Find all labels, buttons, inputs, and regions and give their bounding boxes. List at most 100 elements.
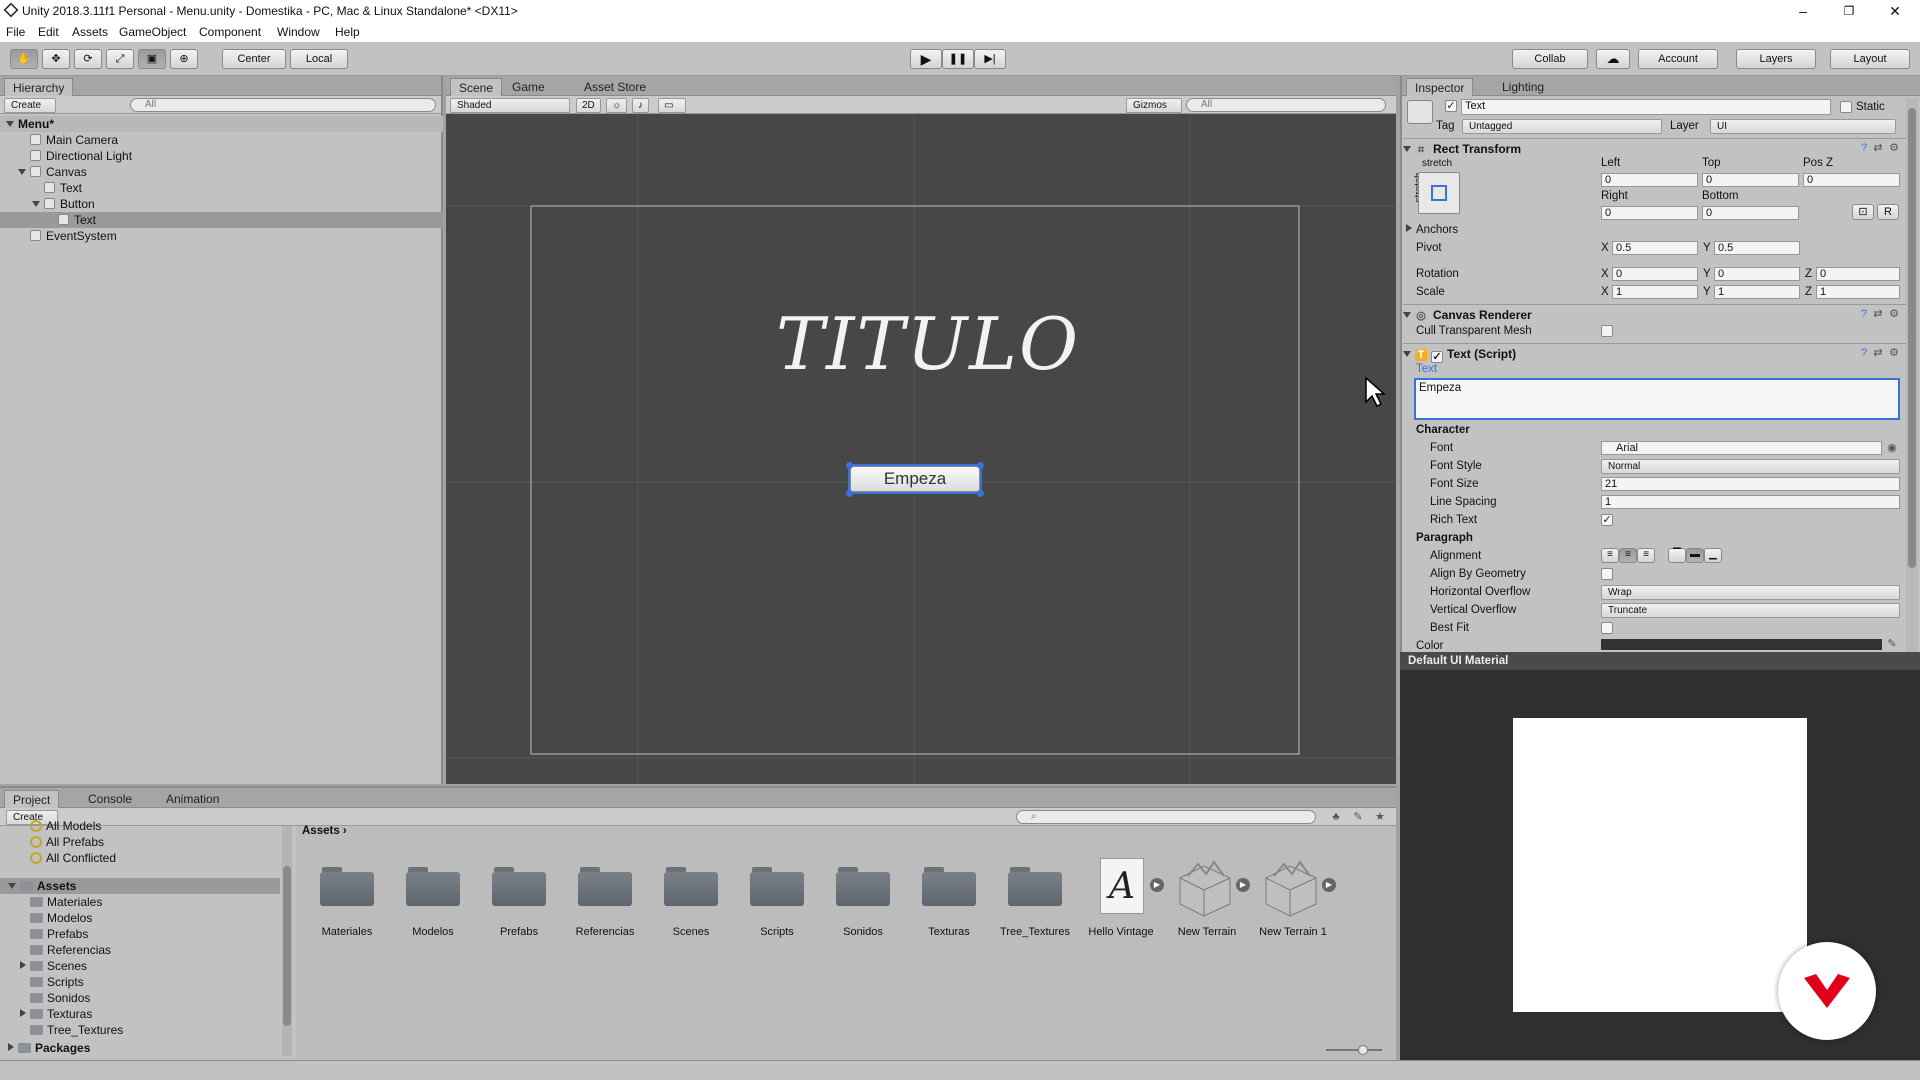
color-swatch[interactable]	[1601, 639, 1882, 650]
inspector-scrollbar[interactable]	[1906, 98, 1918, 652]
menu-edit[interactable]: Edit	[38, 25, 59, 39]
folder-icon[interactable]	[662, 862, 720, 908]
tree-folder-item[interactable]: Referencias	[0, 942, 280, 958]
scale-y-field[interactable]: 1	[1714, 285, 1800, 299]
tree-scrollbar[interactable]	[282, 826, 292, 1056]
collapse-icon[interactable]	[1403, 351, 1411, 357]
tag-dropdown[interactable]: Untagged	[1462, 119, 1662, 134]
hierarchy-item[interactable]: Directional Light	[0, 148, 443, 164]
menu-gameobject[interactable]: GameObject	[119, 25, 186, 39]
help-icon[interactable]: ?	[1858, 308, 1870, 320]
menu-assets[interactable]: Assets	[72, 25, 108, 39]
scrollbar-thumb[interactable]	[283, 866, 291, 1026]
folder-icon[interactable]	[748, 862, 806, 908]
scale-x-field[interactable]: 1	[1612, 285, 1698, 299]
pivot-x-field[interactable]: 0.5	[1612, 241, 1698, 255]
cloud-icon[interactable]: ☁	[1596, 49, 1630, 69]
active-checkbox[interactable]: ✓	[1445, 100, 1457, 112]
pivot-center-button[interactable]: Center	[222, 49, 286, 69]
transform-tool-icon[interactable]: ⊕	[170, 49, 198, 69]
tree-folder-item[interactable]: Tree_Textures	[0, 1022, 280, 1038]
align-geometry-checkbox[interactable]	[1601, 568, 1613, 580]
font-style-dropdown[interactable]: Normal	[1601, 459, 1900, 474]
folder-icon[interactable]	[318, 862, 376, 908]
tab-inspector[interactable]: Inspector	[1406, 78, 1474, 96]
expand-icon[interactable]	[20, 1009, 26, 1017]
align-middle-icon[interactable]: ▬	[1686, 548, 1704, 563]
gear-icon[interactable]: ⚙	[1888, 347, 1900, 359]
tree-folder-item[interactable]: Scenes	[0, 958, 280, 974]
tab-game[interactable]: Game	[504, 78, 553, 96]
tree-folder-item[interactable]: Scripts	[0, 974, 280, 990]
gear-icon[interactable]: ⚙	[1888, 142, 1900, 154]
cull-mesh-checkbox[interactable]	[1601, 325, 1613, 337]
expand-icon[interactable]	[6, 121, 14, 127]
tree-folder-item[interactable]: Materiales	[0, 894, 280, 910]
vertical-overflow-dropdown[interactable]: Truncate	[1601, 603, 1900, 618]
text-script-header[interactable]: T ✓ Text (Script)	[1403, 343, 1907, 363]
hierarchy-search-input[interactable]: All	[130, 98, 436, 112]
hand-tool-icon[interactable]: ✋	[10, 49, 38, 69]
expand-icon[interactable]	[18, 169, 26, 175]
resize-handle[interactable]	[977, 490, 984, 497]
resize-handle[interactable]	[846, 462, 853, 469]
expand-asset-icon[interactable]: ▶	[1150, 878, 1164, 892]
align-bottom-icon[interactable]: ▁	[1704, 548, 1722, 563]
folder-icon[interactable]	[1006, 862, 1064, 908]
text-value-area[interactable]: Empeza	[1414, 378, 1900, 420]
left-field[interactable]: 0	[1601, 173, 1698, 187]
tab-lighting[interactable]: Lighting	[1494, 78, 1552, 96]
font-field[interactable]: Arial	[1601, 441, 1882, 455]
posz-field[interactable]: 0	[1803, 173, 1900, 187]
tab-console[interactable]: Console	[80, 790, 140, 808]
menu-window[interactable]: Window	[277, 25, 320, 39]
resize-handle[interactable]	[846, 490, 853, 497]
folder-icon[interactable]	[404, 862, 462, 908]
step-button[interactable]: ▶|	[974, 49, 1006, 69]
restore-button[interactable]: ❐	[1826, 0, 1872, 22]
scene-root[interactable]: Menu*	[0, 116, 443, 132]
font-size-field[interactable]: 21	[1601, 477, 1900, 491]
favorite-star-icon[interactable]: ★	[1374, 811, 1386, 823]
rotate-tool-icon[interactable]: ⟳	[74, 49, 102, 69]
zoom-slider[interactable]	[1326, 1045, 1382, 1055]
right-field[interactable]: 0	[1601, 206, 1698, 220]
collab-dropdown[interactable]: Collab	[1512, 49, 1588, 69]
layers-dropdown[interactable]: Layers	[1736, 49, 1816, 69]
expand-icon[interactable]	[32, 201, 40, 207]
font-asset-icon[interactable]: A	[1100, 858, 1144, 914]
filter-type-icon[interactable]: ♣	[1330, 811, 1342, 823]
scale-tool-icon[interactable]: ⤢	[106, 49, 134, 69]
rotation-x-field[interactable]: 0	[1612, 267, 1698, 281]
effects-toggle-icon[interactable]: ▭	[658, 98, 687, 113]
pivot-y-field[interactable]: 0.5	[1714, 241, 1800, 255]
rich-text-checkbox[interactable]: ✓	[1601, 514, 1613, 526]
hierarchy-create-button[interactable]: Create	[4, 98, 57, 113]
anchors-label[interactable]: Anchors	[1406, 224, 1458, 236]
expand-icon[interactable]	[8, 1043, 14, 1051]
gear-icon[interactable]: ⚙	[1888, 308, 1900, 320]
tree-folder-item[interactable]: Prefabs	[0, 926, 280, 942]
favorite-item[interactable]: All Conflicted	[0, 850, 280, 866]
account-dropdown[interactable]: Account	[1638, 49, 1718, 69]
hierarchy-item-selected[interactable]: Text	[0, 212, 443, 228]
breadcrumb[interactable]: Assets ›	[302, 825, 347, 837]
tree-folder-item[interactable]: Modelos	[0, 910, 280, 926]
rect-transform-header[interactable]: ⌗ Rect Transform	[1403, 138, 1907, 158]
tree-folder-item[interactable]: Texturas	[0, 1006, 280, 1022]
material-header[interactable]: Default UI Material	[1400, 652, 1920, 670]
tab-hierarchy[interactable]: Hierarchy	[4, 78, 74, 96]
static-checkbox[interactable]	[1840, 101, 1852, 113]
rotation-z-field[interactable]: 0	[1816, 267, 1900, 281]
horizontal-overflow-dropdown[interactable]: Wrap	[1601, 585, 1900, 600]
tab-project[interactable]: Project	[4, 790, 60, 808]
tab-animation[interactable]: Animation	[158, 790, 227, 808]
favorite-item[interactable]: All Models	[0, 818, 280, 834]
align-center-icon[interactable]: ≡	[1619, 548, 1637, 563]
favorite-item[interactable]: All Prefabs	[0, 834, 280, 850]
menu-file[interactable]: File	[6, 25, 25, 39]
top-field[interactable]: 0	[1702, 173, 1799, 187]
object-name-field[interactable]: Text	[1461, 99, 1831, 115]
eyedropper-icon[interactable]: ✎	[1886, 638, 1898, 650]
blueprint-mode-icon[interactable]: ⊡	[1852, 204, 1874, 220]
